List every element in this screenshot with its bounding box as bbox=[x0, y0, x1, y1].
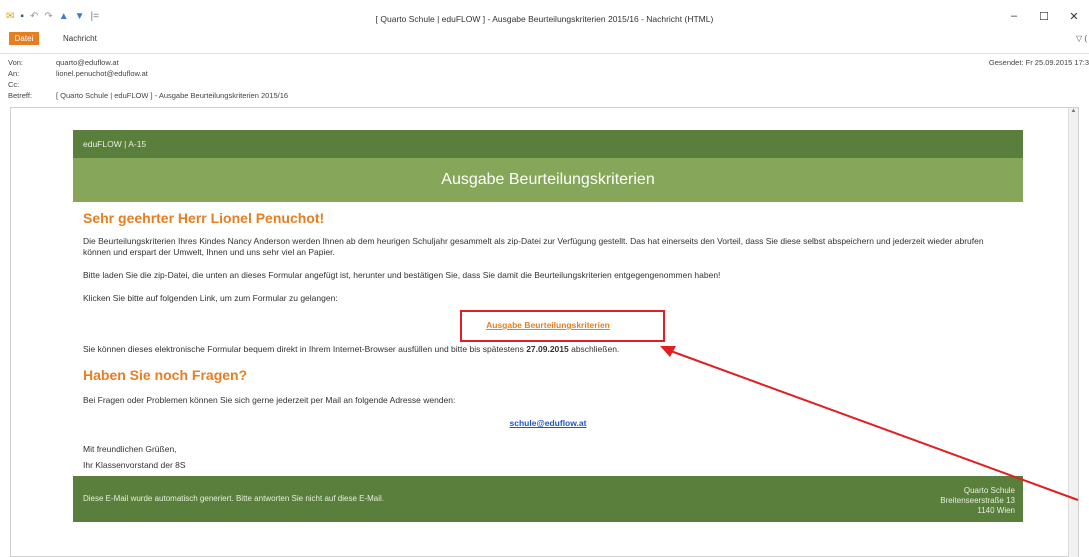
deadline-text-before: Sie können dieses elektronische Formular… bbox=[83, 344, 527, 354]
contact-email-link[interactable]: schule@eduflow.at bbox=[83, 418, 1013, 428]
sent-value: Fr 25.09.2015 17:3 bbox=[1025, 58, 1089, 67]
footer-city: 1140 Wien bbox=[977, 506, 1015, 515]
close-button[interactable]: ✕ bbox=[1059, 10, 1089, 23]
cc-label: Cc: bbox=[8, 80, 20, 89]
maximize-button[interactable]: ☐ bbox=[1029, 10, 1059, 23]
tab-message[interactable]: Nachricht bbox=[63, 32, 97, 45]
sent-date: Gesendet: Fr 25.09.2015 17:3 bbox=[989, 58, 1089, 67]
to-value[interactable]: lionel.penuchot@eduflow.at bbox=[56, 69, 148, 79]
from-value[interactable]: quarto@eduflow.at bbox=[56, 58, 119, 68]
banner-title: Ausgabe Beurteilungskriterien bbox=[73, 158, 1023, 202]
mail-footer: Diese E-Mail wurde automatisch generiert… bbox=[73, 476, 1023, 522]
footer-notice: Diese E-Mail wurde automatisch generiert… bbox=[83, 494, 385, 503]
window-title: [ Quarto Schule | eduFLOW ] - Ausgabe Be… bbox=[375, 14, 714, 24]
signature-line-1: Mit freundlichen Grüßen, bbox=[83, 444, 177, 454]
vertical-scrollbar[interactable]: ▲ bbox=[1068, 108, 1078, 557]
footer-address: Quarto Schule Breitenseerstraße 13 1140 … bbox=[940, 486, 1015, 516]
subject-label: Betreff: bbox=[8, 91, 33, 100]
to-label: An: bbox=[8, 69, 20, 78]
deadline-text-after: abschließen. bbox=[568, 344, 620, 354]
ribbon-tabs: Datei Nachricht ▽ ( bbox=[0, 32, 1089, 46]
signature-line-2: Ihr Klassenvorstand der 8S bbox=[83, 460, 186, 470]
paragraph-click: Klicken Sie bitte auf folgenden Link, um… bbox=[83, 293, 338, 303]
scroll-up-icon[interactable]: ▲ bbox=[1069, 108, 1078, 114]
ribbon-expand-icon[interactable]: ▽ ( bbox=[1076, 32, 1087, 45]
footer-street: Breitenseerstraße 13 bbox=[940, 496, 1015, 505]
from-label: Von: bbox=[8, 58, 24, 67]
questions-heading: Haben Sie noch Fragen? bbox=[83, 367, 248, 383]
paragraph-download: Bitte laden Sie die zip-Datei, die unten… bbox=[83, 270, 721, 280]
form-link[interactable]: Ausgabe Beurteilungskriterien bbox=[83, 320, 1013, 330]
greeting-heading: Sehr geehrter Herr Lionel Penuchot! bbox=[83, 210, 325, 226]
tab-file[interactable]: Datei bbox=[9, 32, 39, 45]
brand-strip: eduFLOW | A-15 bbox=[73, 130, 1023, 158]
paragraph-deadline: Sie können dieses elektronische Formular… bbox=[83, 344, 1013, 355]
reading-pane: ▲ eduFLOW | A-15 Ausgabe Beurteilungskri… bbox=[10, 107, 1079, 557]
footer-school: Quarto Schule bbox=[963, 486, 1015, 495]
deadline-date: 27.09.2015 bbox=[526, 344, 569, 354]
form-link-container: Ausgabe Beurteilungskriterien bbox=[83, 310, 1013, 342]
title-bar: ✉ ▪ ↶ ↷ ▲ ▼ |= [ Quarto Schule | eduFLOW… bbox=[0, 0, 1089, 30]
message-headers: Von: quarto@eduflow.at An: lionel.penuch… bbox=[0, 53, 1089, 105]
paragraph-contact: Bei Fragen oder Problemen können Sie sic… bbox=[83, 395, 456, 405]
paragraph-intro: Die Beurteilungskriterien Ihres Kindes N… bbox=[83, 236, 984, 257]
minimize-button[interactable]: – bbox=[999, 10, 1029, 23]
sent-label: Gesendet: bbox=[988, 58, 1024, 67]
email-body: eduFLOW | A-15 Ausgabe Beurteilungskrite… bbox=[73, 130, 1023, 522]
subject-value: [ Quarto Schule | eduFLOW ] - Ausgabe Be… bbox=[56, 91, 289, 100]
